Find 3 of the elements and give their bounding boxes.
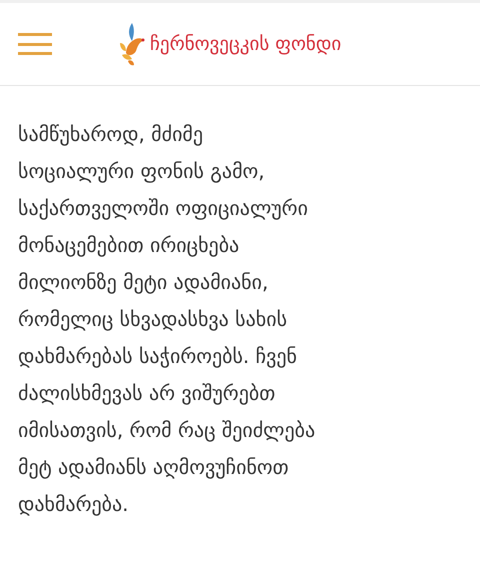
article-paragraph: სამწუხაროდ, მძიმე სოციალური ფონის გამო, საქართველოში ოფიციალური მონაცემებით ირიცხება მილიონზე მეტი ადამიანი, რომელიც სხვადასხვა სახის დახმარებას საჭიროებს. ჩვენ ძალისხმევას არ ვიშურებთ იმისათვის, რომ რაც შეიძლება მეტ ადამიანს აღმოვუჩინოთ დახმარება. <box>17 121 316 518</box>
logo-text[interactable]: ჩერნოვეცკის ფონდი <box>150 33 342 55</box>
menu-icon[interactable] <box>18 33 52 55</box>
